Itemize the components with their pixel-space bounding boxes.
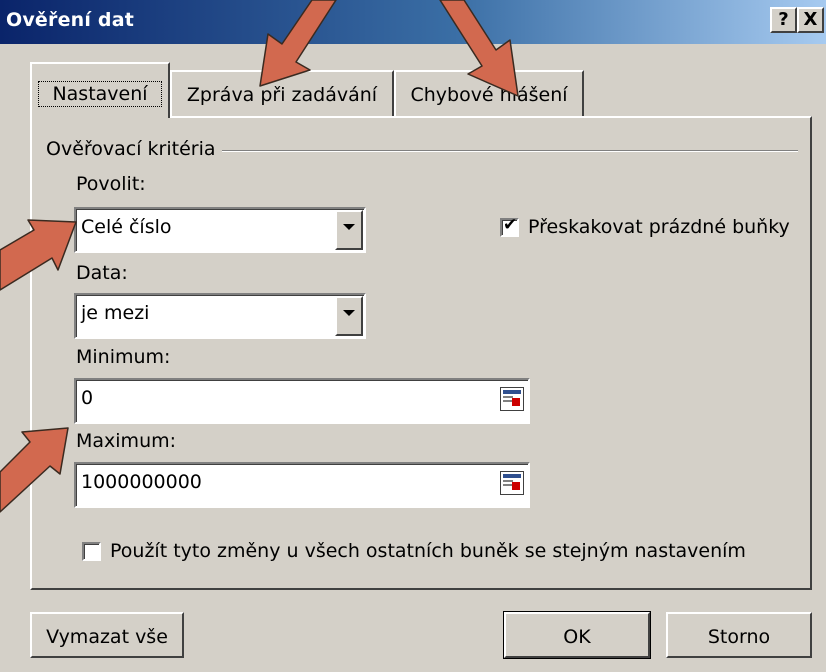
apply-all-checkbox[interactable] bbox=[82, 542, 101, 561]
data-operator-value: je mezi bbox=[81, 302, 150, 324]
ignore-blank-checkbox[interactable]: ✔ bbox=[500, 215, 519, 237]
criteria-group-label: Ověřovací kritéria bbox=[46, 138, 222, 160]
tab-settings-label: Nastavení bbox=[38, 81, 162, 107]
minimum-label: Minimum: bbox=[76, 346, 171, 368]
cancel-button[interactable]: Storno bbox=[666, 612, 812, 658]
ignore-blank-label: Přeskakovat prázdné buňky bbox=[528, 216, 790, 238]
title-bar: Ověření dat ? X bbox=[0, 0, 826, 44]
tab-input-message[interactable]: Zpráva při zadávání bbox=[170, 70, 394, 116]
ok-button[interactable]: OK bbox=[503, 611, 651, 659]
ok-label: OK bbox=[563, 626, 591, 648]
clear-all-label: Vymazat vše bbox=[46, 626, 168, 648]
minimum-input[interactable]: 0 bbox=[74, 378, 530, 424]
window-title: Ověření dat bbox=[6, 9, 135, 31]
cancel-label: Storno bbox=[707, 626, 771, 648]
apply-all-label: Použít tyto změny u všech ostatních buně… bbox=[110, 540, 746, 562]
tab-error-alert-label: Chybové hlášení bbox=[410, 84, 568, 106]
maximum-value: 1000000000 bbox=[81, 471, 202, 493]
minimum-value: 0 bbox=[81, 387, 94, 409]
allow-dropdown-arrow-icon[interactable] bbox=[335, 210, 363, 250]
clear-all-button[interactable]: Vymazat vše bbox=[30, 612, 184, 658]
data-label: Data: bbox=[76, 262, 128, 284]
tab-error-alert[interactable]: Chybové hlášení bbox=[394, 70, 584, 116]
maximum-input[interactable]: 1000000000 bbox=[74, 462, 530, 508]
close-button[interactable]: X bbox=[797, 7, 824, 33]
maximum-range-select-icon[interactable] bbox=[500, 471, 524, 495]
tab-input-message-label: Zpráva při zadávání bbox=[186, 84, 378, 106]
tab-settings[interactable]: Nastavení bbox=[30, 62, 170, 118]
data-validation-dialog: Ověření dat ? X Nastavení Zpráva při zad… bbox=[0, 0, 826, 672]
allow-label: Povolit: bbox=[76, 173, 146, 195]
help-button[interactable]: ? bbox=[770, 7, 797, 33]
minimum-range-select-icon[interactable] bbox=[500, 387, 524, 411]
checkmark-icon: ✔ bbox=[503, 215, 518, 235]
allow-value: Celé číslo bbox=[81, 216, 172, 238]
data-dropdown-arrow-icon[interactable] bbox=[335, 296, 363, 336]
maximum-label: Maximum: bbox=[76, 430, 177, 452]
data-operator-combo[interactable]: je mezi bbox=[74, 293, 366, 339]
allow-combo[interactable]: Celé číslo bbox=[74, 207, 366, 253]
